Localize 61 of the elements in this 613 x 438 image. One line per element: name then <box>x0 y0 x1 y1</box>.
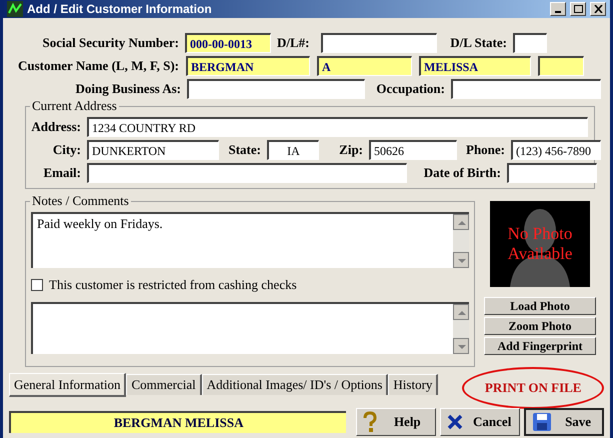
tab[interactable]: Additional Images/ ID's / Options <box>202 374 388 395</box>
scroll-down-icon <box>453 252 469 268</box>
photo-button[interactable]: Add Fingerprint <box>484 337 596 355</box>
checkbox-label: This customer is restricted from cashing checks <box>49 276 297 294</box>
tab[interactable]: Commercial <box>126 374 202 395</box>
close-icon <box>594 5 602 13</box>
text-field[interactable]: 50626 <box>369 140 457 160</box>
help-button[interactable]: Help <box>356 408 436 436</box>
field-label: Social Security Number: <box>42 34 179 52</box>
minimize-button[interactable] <box>550 2 566 16</box>
text-field[interactable] <box>87 163 407 183</box>
field-label: D/L#: <box>277 34 310 52</box>
photo-button[interactable]: Load Photo <box>484 297 596 315</box>
text-field[interactable]: BERGMAN <box>186 56 310 76</box>
save-button[interactable]: Save <box>524 408 604 436</box>
checkbox[interactable] <box>31 279 43 291</box>
text-field[interactable] <box>187 79 365 99</box>
text-field[interactable]: 000-00-0013 <box>185 33 271 53</box>
field-label: State: <box>228 141 261 160</box>
customer-name-display: BERGMAN MELISSA <box>9 411 346 433</box>
notes-field[interactable]: Paid weekly on Fridays. <box>31 212 469 268</box>
text-field[interactable]: A <box>317 56 412 76</box>
maximize-icon <box>574 5 582 13</box>
cancel-button[interactable]: Cancel <box>440 408 520 436</box>
scroll-up-icon <box>453 214 469 230</box>
text-field[interactable] <box>451 79 601 99</box>
field-label: Zip: <box>338 141 363 160</box>
no-photo-text: No Photo Available <box>506 224 574 264</box>
field-label: D/L State: <box>449 34 507 52</box>
close-button[interactable] <box>590 2 606 16</box>
field-label: Address: <box>31 118 81 136</box>
field-label: Phone: <box>465 141 505 160</box>
scroll-up-icon <box>453 304 469 320</box>
text-field[interactable]: 1234 COUNTRY RD <box>87 117 588 137</box>
field-label: Customer Name (L, M, F, S): <box>16 57 179 76</box>
question-mark-icon <box>363 411 378 433</box>
field-label: Doing Business As: <box>74 80 181 98</box>
notes-text: Paid weekly on Fridays. <box>36 215 164 233</box>
maximize-button[interactable] <box>570 2 586 16</box>
field-label: Date of Birth: <box>422 164 501 182</box>
text-field[interactable] <box>507 163 597 183</box>
field-label: Email: <box>42 164 81 182</box>
text-area[interactable] <box>31 302 469 354</box>
app-icon <box>7 1 23 17</box>
window-title: Add / Edit Customer Information <box>27 1 213 18</box>
scrollbar[interactable] <box>453 304 469 354</box>
scroll-down-icon <box>453 338 469 354</box>
tab[interactable]: General Information <box>9 373 126 397</box>
field-label: City: <box>52 141 81 160</box>
tab[interactable]: History <box>388 374 438 395</box>
field-label: Occupation: <box>375 80 445 98</box>
text-field[interactable] <box>321 33 437 53</box>
text-field[interactable]: (123) 456-7890 <box>511 140 601 160</box>
photo-button[interactable]: Zoom Photo <box>484 317 596 335</box>
text-field[interactable]: MELISSA <box>419 56 531 76</box>
text-field[interactable] <box>538 56 584 76</box>
text-field[interactable]: IA <box>267 140 319 160</box>
scrollbar[interactable] <box>453 214 469 268</box>
close-icon <box>447 414 464 430</box>
text-field[interactable] <box>513 33 547 53</box>
text-field[interactable]: DUNKERTON <box>87 140 219 160</box>
